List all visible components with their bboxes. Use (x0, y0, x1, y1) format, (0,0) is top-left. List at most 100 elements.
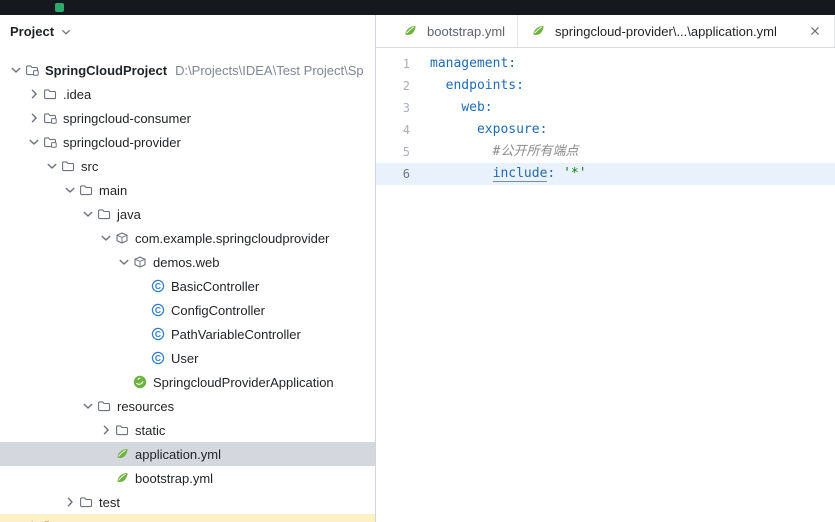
tree-item-label: .idea (63, 87, 91, 102)
tab-label: springcloud-provider\...\application.yml (555, 24, 777, 39)
editor-area: bootstrap.yml springcloud-provider\...\ap… (376, 15, 835, 522)
line-number: 2 (376, 75, 410, 97)
tree-item-label: main (99, 183, 127, 198)
code-line: 1 management: (376, 53, 835, 75)
chevron-down-icon[interactable] (98, 230, 114, 246)
tree-row[interactable]: demos.web (0, 250, 375, 274)
chevron-right-icon[interactable] (26, 110, 42, 126)
project-tool-window: Project SpringCloudProjectD:\Projects\ID… (0, 15, 375, 522)
code-line: 5 #公开所有端点 (376, 141, 835, 163)
folder-resources-icon (96, 398, 112, 414)
folder-src-icon (96, 206, 112, 222)
tree-item-label: application.yml (135, 447, 221, 462)
tree-row[interactable]: src (0, 154, 375, 178)
chevron-right-icon[interactable] (98, 422, 114, 438)
tree-item-label: src (81, 159, 98, 174)
code-text: management: (410, 53, 516, 75)
svg-text:C: C (155, 329, 161, 339)
chevron-right-icon[interactable] (62, 494, 78, 510)
tree-row[interactable]: test (0, 490, 375, 514)
code-line: 4 exposure: (376, 119, 835, 141)
folder-icon (60, 158, 76, 174)
tree-item-label: PathVariableController (171, 327, 301, 342)
code-text: web: (410, 97, 493, 119)
tree-row[interactable]: CUser (0, 346, 375, 370)
code-line: 6 include: '*' (376, 163, 835, 185)
code-text: #公开所有端点 (410, 141, 578, 163)
code-token (430, 144, 493, 159)
tree-row[interactable]: com.example.springcloudprovider (0, 226, 375, 250)
code-area[interactable]: 1management:2 endpoints:3 web:4 exposure… (376, 48, 835, 522)
tree-row[interactable]: static (0, 418, 375, 442)
ide-main: Project SpringCloudProjectD:\Projects\ID… (0, 15, 835, 522)
tool-window-title: Project (10, 24, 54, 39)
chevron-right-icon[interactable] (26, 86, 42, 102)
tree-row[interactable]: C BasicController (0, 274, 375, 298)
code-token: exposure: (477, 122, 547, 137)
chevron-down-icon[interactable] (8, 62, 24, 78)
tree-row[interactable]: .idea (0, 82, 375, 106)
chevron-spacer (134, 278, 150, 294)
tree-row[interactable]: springcloud-provider (0, 130, 375, 154)
line-number: 5 (376, 141, 410, 163)
chevron-down-icon[interactable] (62, 182, 78, 198)
project-panel-header: Project (0, 15, 375, 48)
chevron-down-icon[interactable] (44, 158, 60, 174)
class-icon: C (150, 302, 166, 318)
package-icon (132, 254, 148, 270)
code-token (430, 100, 461, 115)
tree-row[interactable]: SpringcloudProviderApplication (0, 370, 375, 394)
springboot-icon (132, 374, 148, 390)
code-token: web: (461, 100, 492, 115)
tree-row[interactable]: main (0, 178, 375, 202)
chevron-down-icon[interactable] (80, 398, 96, 414)
tree-item-label: SpringCloudProject (45, 63, 167, 78)
svg-text:C: C (155, 281, 161, 291)
tree-row[interactable]: bootstrap.yml (0, 466, 375, 490)
code-token (430, 166, 493, 181)
window-titlebar (0, 0, 835, 15)
tree-row[interactable]: SpringCloudProjectD:\Projects\IDEA\Test … (0, 58, 375, 82)
tree-row[interactable]: C PathVariableController (0, 322, 375, 346)
code-token: : (547, 166, 563, 181)
chevron-down-icon[interactable] (26, 134, 42, 150)
code-token (430, 78, 446, 93)
tree-row[interactable] (0, 514, 375, 522)
tree-row[interactable]: springcloud-consumer (0, 106, 375, 130)
module-icon (42, 110, 58, 126)
tree-item-label: resources (117, 399, 174, 414)
tree-item-label: User (171, 351, 198, 366)
code-text: exposure: (410, 119, 547, 141)
tree-row[interactable]: java (0, 202, 375, 226)
editor-tab[interactable]: bootstrap.yml (390, 15, 518, 47)
chevron-down-icon[interactable] (59, 25, 73, 39)
project-icon (24, 62, 40, 78)
springyml-icon (114, 446, 130, 462)
code-token: '*' (563, 166, 586, 181)
editor-tab-active[interactable]: springcloud-provider\...\application.yml (518, 15, 835, 47)
editor-tabbar: bootstrap.yml springcloud-provider\...\ap… (376, 15, 835, 48)
chevron-spacer (134, 350, 150, 366)
code-text: endpoints: (410, 75, 524, 97)
tree-item-label: BasicController (171, 279, 259, 294)
chevron-spacer (98, 470, 114, 486)
chevron-spacer (116, 374, 132, 390)
code-token (430, 122, 477, 137)
class-icon: C (150, 278, 166, 294)
tree-item-label: bootstrap.yml (135, 471, 213, 486)
code-token: management: (430, 56, 516, 71)
package-icon (114, 230, 130, 246)
tree-row[interactable]: resources (0, 394, 375, 418)
chevron-down-icon[interactable] (116, 254, 132, 270)
code-text: include: '*' (410, 163, 587, 185)
springyml-icon (402, 23, 418, 39)
chevron-down-icon[interactable] (80, 206, 96, 222)
line-number: 1 (376, 53, 410, 75)
project-tree[interactable]: SpringCloudProjectD:\Projects\IDEA\Test … (0, 48, 375, 522)
tree-row[interactable]: CConfigController (0, 298, 375, 322)
close-icon[interactable] (808, 24, 822, 38)
chevron-right-icon[interactable] (26, 518, 42, 522)
folder-icon (114, 422, 130, 438)
tree-row[interactable]: application.yml (0, 442, 375, 466)
code-token: include (493, 166, 548, 182)
